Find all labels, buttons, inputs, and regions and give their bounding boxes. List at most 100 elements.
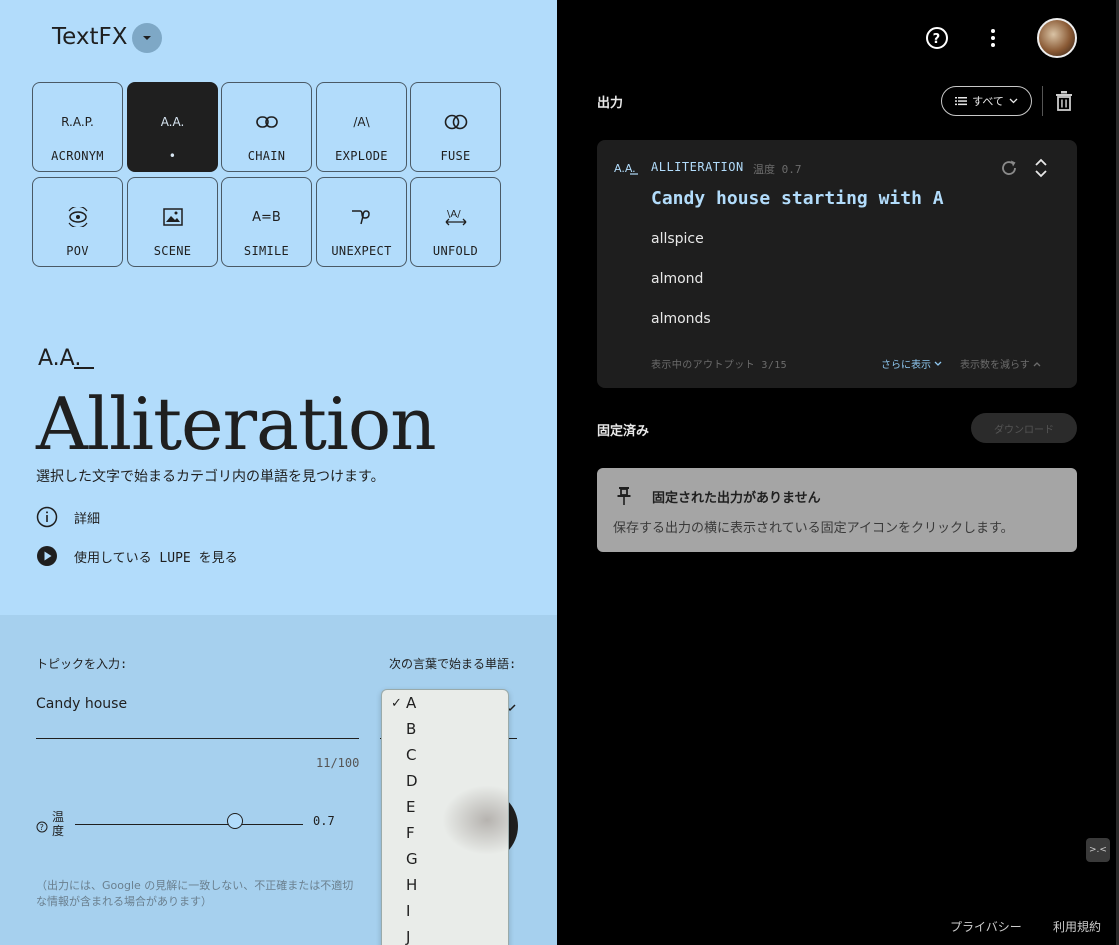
pinned-empty-description: 保存する出力の横に表示されている固定アイコンをクリックします。 (613, 521, 1014, 536)
svg-text:?: ? (933, 32, 941, 47)
letter-option[interactable]: H (382, 872, 508, 898)
lupe-link-label: 使用している LUPE を見る (74, 550, 238, 566)
letter-label: 次の言葉で始まる単語: (389, 657, 517, 671)
letter-option-label: A (406, 694, 417, 712)
letter-option-label: F (406, 824, 415, 842)
pin-icon (617, 486, 631, 510)
filter-label: すべて (972, 95, 1004, 108)
svg-text:\A/: \A/ (447, 209, 461, 220)
letter-dropdown-list[interactable]: ✓ A B C D E F G H I J (381, 689, 509, 945)
tool-fuse[interactable]: FUSE (410, 82, 501, 172)
show-less-button[interactable]: 表示数を減らす (960, 356, 1041, 371)
info-icon (36, 506, 58, 528)
help-icon[interactable]: ? (36, 818, 48, 837)
detail-link[interactable]: 詳細 (36, 506, 100, 528)
brand-dropdown-button[interactable] (132, 23, 162, 53)
alliteration-icon: A.A. (160, 115, 185, 129)
tool-label: UNFOLD (432, 244, 479, 258)
tool-unexpect[interactable]: UNEXPECT (316, 177, 407, 267)
pinned-title: 固定済み (597, 424, 650, 439)
tool-pov[interactable]: POV (32, 177, 123, 267)
simile-icon: A=B (252, 209, 281, 225)
tool-simile[interactable]: A=B SIMILE (221, 177, 312, 267)
more-vert-icon[interactable] (981, 26, 1005, 54)
caret-down-icon (143, 36, 151, 40)
chevron-down-icon (1009, 98, 1018, 104)
tool-alliteration[interactable]: A.A. • (127, 82, 218, 172)
trash-icon[interactable] (1056, 91, 1072, 115)
card-tool-name: ALLITERATION (651, 160, 744, 174)
scene-icon (162, 208, 183, 226)
chevron-up-icon (1033, 361, 1041, 366)
letter-option-label: D (406, 772, 418, 790)
play-circle-icon (37, 546, 57, 566)
tool-unfold[interactable]: \A/UNFOLD (410, 177, 501, 267)
filter-dropdown-button[interactable]: すべて (941, 86, 1032, 116)
temperature-slider-handle[interactable] (226, 813, 243, 829)
chevron-down-icon (934, 361, 942, 366)
pinned-empty-card (597, 468, 1077, 552)
show-less-label: 表示数を減らす (960, 360, 1030, 371)
result-item[interactable]: allspice (651, 231, 704, 247)
terms-link[interactable]: 利用規約 (1053, 918, 1101, 935)
card-temperature: 温度 0.7 (753, 163, 802, 176)
feedback-icon[interactable]: >.< (1086, 838, 1110, 862)
tool-label: FUSE (440, 149, 471, 163)
tool-label: UNEXPECT (331, 244, 392, 258)
detail-link-label: 詳細 (74, 511, 101, 527)
topic-label: トピックを入力: (36, 657, 128, 671)
result-item[interactable]: almond (651, 271, 703, 287)
tool-label: SIMILE (243, 244, 290, 258)
temperature-label: 温度 (52, 810, 65, 838)
letter-option-label: I (406, 902, 411, 920)
letter-option-label: J (406, 928, 411, 945)
help-circle-icon[interactable]: ? (925, 26, 949, 54)
tool-label: SCENE (153, 244, 192, 258)
card-icon-text: A.A. (614, 162, 636, 175)
letter-option[interactable]: J (382, 924, 508, 945)
unexpect-icon (350, 208, 374, 226)
letter-option-label: H (406, 876, 418, 894)
disclaimer: （出力には、Google の見解に一致しない、不正確または不適切な情報が含まれる… (36, 879, 354, 908)
letter-option[interactable]: C (382, 742, 508, 768)
letter-option-label: B (406, 720, 417, 738)
unfold-icon: \A/ (444, 208, 468, 226)
tool-label: CHAIN (247, 149, 286, 163)
avatar[interactable] (1037, 18, 1077, 58)
download-button[interactable]: ダウンロード (971, 413, 1077, 443)
output-title: 出力 (597, 96, 624, 111)
letter-option[interactable]: ✓ A (382, 690, 508, 716)
show-more-button[interactable]: さらに表示 (881, 356, 942, 371)
fuse-icon (444, 113, 468, 131)
alliteration-hero-icon: A.A. (38, 345, 94, 373)
lupe-link[interactable]: 使用している LUPE を見る (36, 545, 238, 567)
expand-icon[interactable] (1033, 157, 1049, 183)
check-icon: ✓ (391, 695, 402, 711)
tool-chain[interactable]: CHAIN (221, 82, 312, 172)
acronym-icon: R.A.P. (61, 115, 94, 129)
letter-option[interactable]: B (382, 716, 508, 742)
tool-label: POV (66, 244, 89, 258)
topic-input[interactable]: Candy house (36, 696, 127, 712)
tool-label: • (168, 149, 177, 163)
pinned-empty-title: 固定された出力がありません (652, 491, 821, 506)
letter-option-label: E (406, 798, 416, 816)
tool-label: ACRONYM (51, 149, 104, 163)
tool-acronym[interactable]: R.A.P. ACRONYM (32, 82, 123, 172)
page-description: 選択した文字で始まるカテゴリ内の単語を見つけます。 (36, 469, 385, 485)
brand-name: TextFX (52, 24, 128, 50)
privacy-link[interactable]: プライバシー (950, 918, 1022, 935)
letter-option-label: C (406, 746, 417, 764)
page-title: Alliteration (36, 382, 437, 466)
temperature-slider-track[interactable] (75, 824, 303, 825)
alliteration-icon: A.A. (614, 160, 638, 179)
output-count: 表示中のアウトプット 3/15 (651, 360, 788, 371)
result-item[interactable]: almonds (651, 311, 711, 327)
tool-label: EXPLODE (335, 149, 388, 163)
temperature-value: 0.7 (313, 814, 335, 828)
tool-scene[interactable]: SCENE (127, 177, 218, 267)
show-more-label: さらに表示 (881, 360, 931, 371)
letter-option[interactable]: I (382, 898, 508, 924)
refresh-icon[interactable] (999, 158, 1019, 182)
tool-explode[interactable]: /A\ EXPLODE (316, 82, 407, 172)
